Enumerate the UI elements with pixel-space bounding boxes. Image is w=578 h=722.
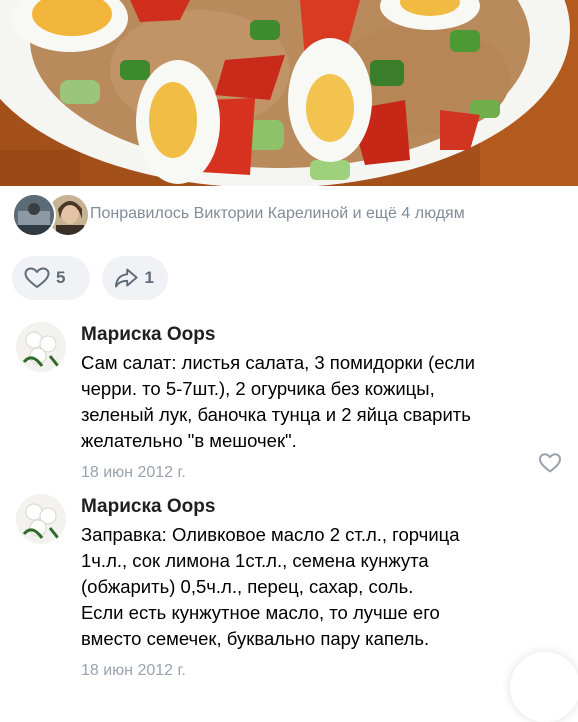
- comment-author[interactable]: Мариска Oops: [81, 494, 551, 520]
- commenter-avatar[interactable]: [16, 322, 66, 372]
- likes-summary[interactable]: Понравилось Виктории Карелиной и ещё 4 л…: [12, 192, 572, 237]
- floating-button[interactable]: [510, 652, 578, 722]
- heart-icon: [24, 267, 50, 288]
- comment-date[interactable]: 18 июн 2012 г.: [81, 662, 551, 680]
- comment-author[interactable]: Мариска Oops: [81, 322, 551, 348]
- commenter-avatar[interactable]: [16, 494, 66, 544]
- post-actions: 5 1: [12, 256, 168, 300]
- share-count: 1: [144, 268, 154, 287]
- like-count: 5: [56, 268, 66, 287]
- comment-text: Заправка: Оливковое масло 2 ст.л., горчи…: [81, 524, 460, 649]
- like-button[interactable]: 5: [12, 256, 90, 300]
- share-icon: [114, 268, 138, 288]
- share-button[interactable]: 1: [102, 256, 168, 300]
- comment-text: Сам салат: листья салата, 3 помидорки (е…: [81, 352, 475, 451]
- salad-image: [0, 0, 578, 186]
- heart-icon[interactable]: [538, 452, 562, 474]
- likes-text[interactable]: Понравилось Виктории Карелиной и ещё 4 л…: [90, 205, 465, 223]
- post-photo[interactable]: [0, 0, 578, 186]
- comment: Мариска Oops Заправка: Оливковое масло 2…: [16, 494, 564, 680]
- comment-date[interactable]: 18 июн 2012 г.: [81, 464, 551, 482]
- comment: Мариска Oops Сам салат: листья салата, 3…: [16, 322, 564, 481]
- liker-avatars[interactable]: [12, 193, 90, 237]
- avatar[interactable]: [12, 193, 56, 237]
